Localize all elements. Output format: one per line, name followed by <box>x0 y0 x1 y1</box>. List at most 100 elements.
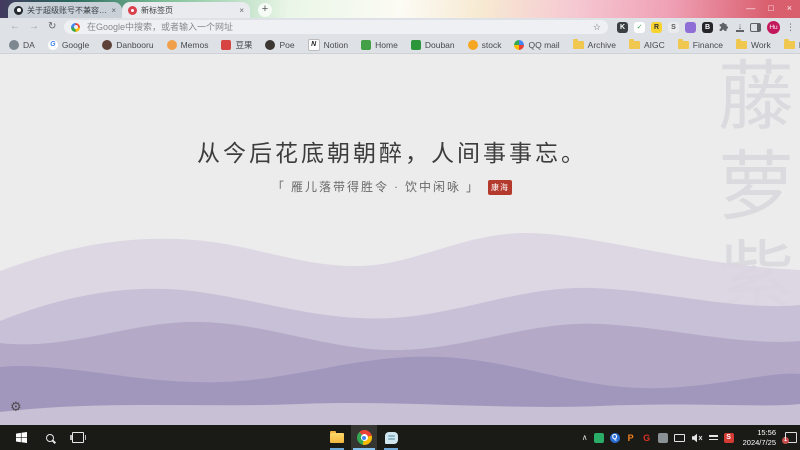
window-controls: — □ × <box>746 3 792 13</box>
bookmark-item[interactable]: stock <box>467 39 501 50</box>
side-panel-icon[interactable] <box>750 22 761 32</box>
sogou-tray-icon[interactable]: S <box>723 432 734 443</box>
misc-tray-icon[interactable] <box>657 432 668 443</box>
google-logo-icon <box>71 22 80 32</box>
bookmark-item[interactable]: DA <box>9 39 35 50</box>
bookmark-item[interactable]: Danbooru <box>102 39 154 50</box>
task-view-button[interactable] <box>66 425 90 450</box>
folder-icon <box>736 38 748 49</box>
bookmark-item[interactable]: Memos <box>166 39 208 50</box>
poe-icon <box>265 39 276 50</box>
start-button[interactable] <box>8 425 34 450</box>
extension-icon[interactable]: S <box>668 21 679 33</box>
tab-github[interactable]: 关于超级账号不兼容问题 | (阿里云·水) × <box>8 2 122 18</box>
g-app-tray-icon[interactable]: G <box>642 433 652 443</box>
bookmark-item[interactable]: QQ mail <box>514 39 560 50</box>
folder-icon <box>330 430 344 443</box>
forward-icon[interactable]: → <box>29 21 39 33</box>
bookmark-star-icon[interactable]: ☆ <box>593 22 601 32</box>
tab-new-tab[interactable]: 新标签页 × <box>122 2 250 18</box>
potplayer-tray-icon[interactable]: P <box>626 433 636 443</box>
qqmail-icon <box>514 39 525 50</box>
toolbar-right-icons: K ✓ R S B ↓ Hu ⋮ <box>617 20 795 34</box>
close-button[interactable]: × <box>787 3 792 13</box>
tab-title: 关于超级账号不兼容问题 | (阿里云·水) <box>27 5 108 15</box>
new-tab-button[interactable]: + <box>258 3 272 17</box>
extension-icon[interactable] <box>685 21 696 33</box>
taskbar-clock[interactable]: 15:56 2024/7/25 <box>743 428 776 448</box>
reload-icon[interactable]: ↻ <box>48 21 56 33</box>
bookmark-folder[interactable]: Finance <box>677 38 723 50</box>
memos-icon <box>166 39 177 50</box>
poem-source: 「 雁儿落带得胜令 · 饮中闲咏 」康海 <box>0 178 784 195</box>
chrome-menu-icon[interactable]: ⋮ <box>786 22 795 33</box>
system-tray: ∧ Q P G S 15:56 2024/7/25 1 <box>582 425 797 450</box>
tab-title: 新标签页 <box>141 5 173 15</box>
github-favicon-icon <box>14 5 23 15</box>
file-explorer-taskbar-button[interactable] <box>324 425 350 450</box>
messaging-app-taskbar-button[interactable] <box>378 425 404 450</box>
bookmark-folder[interactable]: AIGC <box>629 38 665 50</box>
bookmark-folder[interactable]: Inbox <box>783 38 800 50</box>
search-icon <box>46 433 54 442</box>
mountain-layers <box>0 232 800 425</box>
bookmark-item[interactable]: G Google <box>47 39 89 50</box>
quark-tray-icon[interactable]: Q <box>609 432 620 443</box>
tray-expand-chevron-icon[interactable]: ∧ <box>582 433 588 442</box>
folder-icon <box>677 38 689 49</box>
screen: — □ × 关于超级账号不兼容问题 | (阿里云·水) × 新标签页 × + ←… <box>0 0 800 450</box>
poem-line: 从今后花底朝朝醉，人间事事忘。 <box>197 141 587 166</box>
restore-button[interactable]: □ <box>768 3 773 13</box>
stock-icon <box>467 39 478 50</box>
extension-icon[interactable]: K <box>617 21 628 33</box>
action-center-icon[interactable]: 1 <box>782 432 797 444</box>
chrome-taskbar-button[interactable] <box>351 425 377 450</box>
page-settings-gear-icon[interactable]: ⚙ <box>10 400 22 413</box>
messaging-app-icon <box>384 431 398 444</box>
globe-icon <box>9 39 19 50</box>
danbooru-icon <box>102 39 113 50</box>
taskbar-search-button[interactable] <box>38 425 62 450</box>
back-icon[interactable]: ← <box>10 21 20 33</box>
bookmark-item[interactable]: N Notion <box>307 38 348 51</box>
bookmark-item[interactable]: Poe <box>265 39 295 50</box>
douguo-icon <box>221 39 232 50</box>
downloads-icon[interactable]: ↓ <box>736 21 744 32</box>
notification-badge: 1 <box>782 437 789 444</box>
bookmark-item[interactable]: Douban <box>410 39 455 50</box>
address-input[interactable] <box>85 21 588 33</box>
notion-icon: N <box>307 38 320 51</box>
minimize-button[interactable]: — <box>746 3 755 13</box>
extension-icon[interactable]: ✓ <box>634 21 645 33</box>
profile-avatar[interactable]: Hu <box>767 20 780 34</box>
folder-icon <box>572 38 584 49</box>
ime-indicator-icon[interactable] <box>708 435 718 440</box>
home-icon <box>361 39 372 50</box>
task-view-icon <box>70 432 86 443</box>
bookmark-folder[interactable]: Work <box>736 38 771 50</box>
browser-toolbar: ← → ↻ ☆ K ✓ R S B ↓ Hu ⋮ <box>0 18 800 36</box>
douban-icon <box>410 39 421 50</box>
taskbar: ∧ Q P G S 15:56 2024/7/25 1 <box>0 425 800 450</box>
bookmark-folder[interactable]: Archive <box>572 38 616 50</box>
omnibox[interactable]: ☆ <box>64 20 608 34</box>
network-monitor-icon[interactable] <box>673 433 685 442</box>
bookmarks-bar: DA G Google Danbooru Memos 豆果 Poe N Notion… <box>0 36 800 54</box>
extension-icon[interactable]: B <box>702 21 713 33</box>
folder-icon <box>783 38 795 49</box>
time-text: 15:56 <box>757 427 776 437</box>
volume-muted-icon[interactable] <box>691 433 703 443</box>
extension-icon[interactable]: R <box>651 21 662 33</box>
chrome-icon <box>356 430 372 445</box>
windows-logo-icon <box>15 432 27 443</box>
bookmark-item[interactable]: 豆果 <box>221 39 252 51</box>
tab-close-icon[interactable]: × <box>111 6 116 15</box>
bookmark-item[interactable]: Home <box>361 39 398 50</box>
wechat-tray-icon[interactable] <box>593 432 604 443</box>
author-seal-badge[interactable]: 康海 <box>488 180 512 195</box>
tab-strip: 关于超级账号不兼容问题 | (阿里云·水) × 新标签页 × + <box>8 2 272 18</box>
google-icon: G <box>47 39 58 50</box>
extensions-puzzle-icon[interactable] <box>719 22 730 33</box>
new-tab-page: 藤萝紫 从今后花底朝朝醉，人间事事忘。 「 雁儿落带得胜令 · 饮中闲咏 」康海… <box>0 54 800 425</box>
tab-close-icon[interactable]: × <box>239 6 244 15</box>
